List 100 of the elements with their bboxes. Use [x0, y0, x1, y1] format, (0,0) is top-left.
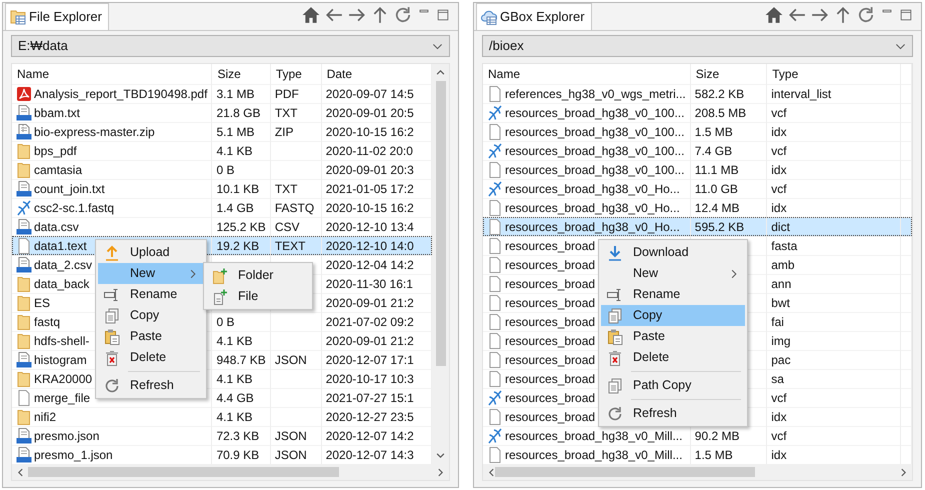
table-cell: 4.1 KB: [212, 407, 270, 426]
file-name: data.csv: [34, 218, 79, 236]
file-name: camtasia: [34, 162, 82, 178]
file-name: data1.text: [34, 238, 87, 254]
menu-item[interactable]: Paste: [601, 326, 745, 347]
menu-item[interactable]: Delete: [98, 347, 204, 368]
path-dropdown[interactable]: E:₩data: [11, 35, 450, 57]
table-cell: amb: [766, 255, 900, 274]
file-name: fastq: [34, 314, 60, 330]
table-cell: vcf: [766, 179, 900, 198]
file-name: bio-express-master.zip: [34, 124, 155, 140]
file-name: resources_broad: [505, 332, 596, 350]
table-row[interactable]: resources_broad_hg38_v0_100... 7.4 GB vcf: [483, 141, 912, 160]
table-cell: 11.1 MB: [690, 160, 767, 179]
table-cell: 2020-11-30 16:1: [321, 274, 432, 293]
table-cell: vcf: [766, 426, 900, 445]
table-cell: 10.1 KB: [212, 179, 270, 198]
table-cell: 208.5 MB: [690, 103, 767, 122]
table-cell: JSON: [270, 426, 322, 445]
file-name: bbam.txt: [34, 104, 80, 122]
file-name: data_2.csv: [34, 256, 92, 274]
menu-item[interactable]: Copy: [601, 305, 745, 326]
panel-tab[interactable]: GBox Explorer: [476, 3, 592, 30]
table-row[interactable]: resources_broad_hg38_v0_Ho... 595.2 KB dict: [483, 217, 912, 236]
file-name: resources_broad_hg38_v0_100...: [505, 104, 684, 122]
table-row[interactable]: bio-express-master.zip 5.1 MB ZIP 2020-10-15 16:2: [12, 122, 432, 141]
column-header[interactable]: Name: [483, 64, 690, 84]
table-cell: ann: [766, 274, 900, 293]
table-cell: 72.3 KB: [212, 426, 270, 445]
table-cell: 2020-12-27 23:5: [321, 407, 432, 426]
file-name: resources_broad_hg38_v0_100...: [505, 162, 684, 178]
table-row[interactable]: resources_broad_hg38_v0_100... 11.1 MB idx: [483, 160, 912, 179]
column-header[interactable]: Type: [766, 64, 900, 84]
table-row[interactable]: count_join.txt 10.1 KB TXT 2021-01-05 17:2: [12, 179, 432, 198]
table-row[interactable]: bbam.txt 21.8 GB TXT 2020-09-01 20:5: [12, 103, 432, 122]
table-cell: 2021-07-27 15:1: [321, 388, 432, 407]
file-name: Analysis_report_TBD190498.pdf: [34, 86, 208, 102]
file-name: resources_broad_hg38_v0_Ho...: [505, 180, 680, 198]
column-header[interactable]: Type: [270, 64, 322, 84]
table-row[interactable]: references_hg38_v0_wgs_metri... 582.2 KB interval_list: [483, 84, 912, 103]
file-name: ES: [34, 294, 50, 312]
file-name: resources_broad: [505, 370, 596, 388]
table-cell: 2020-12-04 14:2: [321, 255, 432, 274]
table-row[interactable]: camtasia 0 B 2020-09-01 20:3: [12, 160, 432, 179]
table-cell: 4.1 KB: [212, 141, 270, 160]
table-cell: 948.7 KB: [212, 350, 270, 369]
column-header[interactable]: Size: [212, 64, 270, 84]
file-name: resources_broad_hg38_v0_100...: [505, 124, 684, 140]
menu-item[interactable]: New: [98, 263, 204, 284]
table-row[interactable]: bps_pdf 4.1 KB 2020-11-02 20:0: [12, 141, 432, 160]
table-row[interactable]: resources_broad_hg38_v0_Ho... 11.0 GB vcf: [483, 179, 912, 198]
table-cell: TXT: [270, 103, 322, 122]
table-cell: PDF: [270, 84, 322, 103]
table-cell: 7.4 GB: [690, 141, 767, 160]
table-cell: sa: [766, 369, 900, 388]
table-row[interactable]: resources_broad_hg38_v0_100... 1.5 MB idx: [483, 122, 912, 141]
table-cell: idx: [766, 160, 900, 179]
table-row[interactable]: nifi2 4.1 KB 2020-12-27 23:5: [12, 407, 432, 426]
file-name: resources_broad: [505, 256, 596, 274]
table-cell: TXT: [270, 179, 322, 198]
menu-item[interactable]: Delete: [601, 347, 745, 368]
panel-tab[interactable]: File Explorer: [5, 3, 109, 30]
file-name: resources_broad_hg38_v0_Ho...: [505, 218, 680, 236]
table-cell: 11.0 GB: [690, 179, 767, 198]
file-name: bps_pdf: [34, 142, 77, 160]
file-name: resources_broad_hg38_v0_Mill...: [505, 428, 682, 444]
table-cell: fasta: [766, 236, 900, 255]
table-cell: 2020-12-07 14:2: [321, 426, 432, 445]
menu-item[interactable]: Folder: [206, 265, 310, 286]
table-cell: 582.2 KB: [690, 84, 767, 103]
menu-item[interactable]: Download: [601, 242, 745, 263]
table-cell: 2020-09-01 21:2: [321, 293, 432, 312]
file-name: histogram: [34, 352, 87, 368]
table-cell: vcf: [766, 388, 900, 407]
table-cell: 3.1 MB: [212, 84, 270, 103]
file-name: nifi2: [34, 408, 56, 426]
column-header[interactable]: Name: [12, 64, 212, 84]
table-row[interactable]: csc2-sc.1.fastq 1.4 GB FASTQ 2020-10-15 16:2: [12, 198, 432, 217]
table-cell: 2020-09-01 20:3: [321, 160, 432, 179]
file-name: resources_broad: [505, 314, 596, 330]
file-name: resources_broad_hg38_v0_Mill...: [505, 446, 682, 464]
table-cell: 2020-10-17 10:3: [321, 369, 432, 388]
table-row[interactable]: presmo.json 72.3 KB JSON 2020-12-07 14:2: [12, 426, 432, 445]
table-cell: 21.8 GB: [212, 103, 270, 122]
table-cell: 4.4 GB: [212, 388, 270, 407]
table-cell: 2020-10-15 16:2: [321, 122, 432, 141]
path-dropdown[interactable]: /bioex: [482, 35, 913, 57]
table-row[interactable]: resources_broad_hg38_v0_100... 208.5 MB vcf: [483, 103, 912, 122]
file-name: resources_broad: [505, 276, 596, 292]
file-name: hdfs-shell-: [34, 332, 90, 350]
file-name: resources_broad: [505, 352, 596, 368]
table-cell: 2020-09-07 14:5: [321, 84, 432, 103]
file-name: presmo.json: [34, 428, 100, 444]
column-header[interactable]: Size: [690, 64, 767, 84]
file-name: KRA20000: [34, 370, 92, 388]
table-row[interactable]: Analysis_report_TBD190498.pdf 3.1 MB PDF 2020-09-07 14:5: [12, 84, 432, 103]
table-cell: idx: [766, 122, 900, 141]
table-cell: 19.2 KB: [212, 236, 270, 255]
table-cell: interval_list: [766, 84, 900, 103]
file-name: merge_file: [34, 390, 90, 406]
